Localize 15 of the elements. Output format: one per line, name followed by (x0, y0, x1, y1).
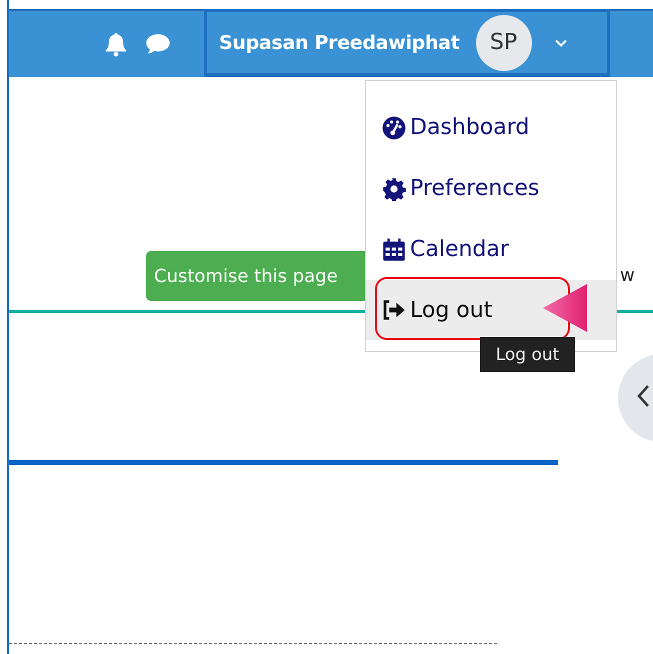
pointer-triangle (541, 282, 589, 334)
menu-item[interactable]: Preferences (366, 158, 616, 219)
user-name: Supasan Preedawiphat (219, 32, 460, 54)
menu-item[interactable]: Dashboard (366, 97, 616, 158)
chevron-down-icon (554, 38, 568, 48)
bell-icon[interactable] (103, 31, 129, 57)
gear-icon (382, 176, 406, 200)
user-avatar: SP (476, 14, 532, 70)
chevron-left-icon (636, 384, 650, 408)
user-menu-toggle[interactable]: Supasan Preedawiphat SP (204, 9, 610, 77)
sign-out-icon (382, 298, 406, 322)
calendar-icon (382, 238, 406, 262)
partial-text: w (620, 265, 635, 286)
tooltip: Log out (480, 337, 575, 372)
gauge-icon (382, 116, 406, 140)
